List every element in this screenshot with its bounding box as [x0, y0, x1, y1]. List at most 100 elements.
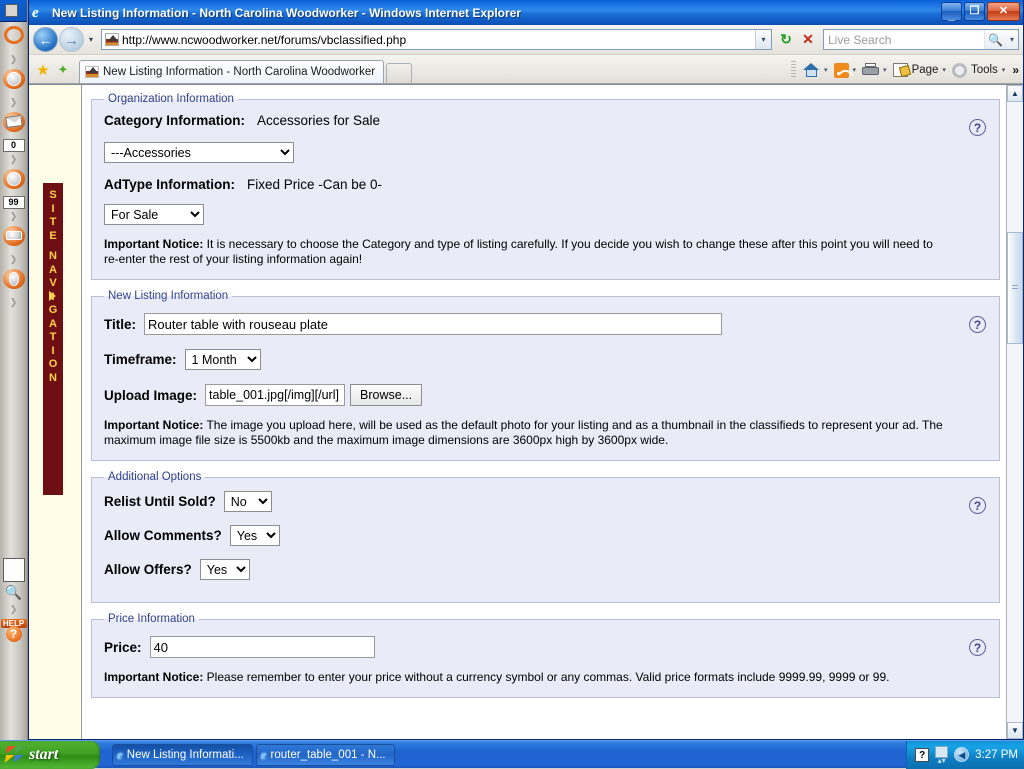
scrollbar-thumb[interactable] [1007, 232, 1023, 344]
help-icon[interactable]: ? [969, 639, 986, 656]
taskbar: start e New Listing Informati... e route… [0, 740, 1024, 768]
window-restore-icon[interactable] [5, 4, 18, 17]
feeds-button[interactable] [832, 59, 851, 81]
favorites-star-icon[interactable]: ★ [33, 57, 53, 83]
stop-icon[interactable]: ✕ [797, 29, 819, 51]
adtype-select-row: For Sale [104, 204, 989, 225]
home-dropdown-icon[interactable]: ▾ [822, 66, 832, 74]
web-page: S I T E N A V I G A T I O N O [29, 85, 1023, 739]
title-input[interactable] [144, 313, 722, 335]
print-dropdown-icon[interactable]: ▾ [881, 66, 891, 74]
print-button[interactable] [860, 59, 881, 81]
address-bar[interactable]: http://www.ncwoodworker.net/forums/vbcla… [101, 29, 772, 50]
address-dropdown-icon[interactable]: ▾ [755, 30, 771, 49]
tools-menu-button[interactable]: Tools [950, 59, 1000, 81]
sidebar-search-input[interactable] [3, 558, 25, 582]
scrollbar-grip [1012, 285, 1018, 291]
history-dropdown-icon[interactable]: ▾ [85, 35, 97, 44]
sitenav-expand-arrow-icon[interactable] [49, 291, 56, 301]
upload-image-label: Upload Image: [104, 388, 197, 403]
browser-tab-active[interactable]: New Listing Information - North Carolina… [79, 60, 384, 83]
volume-icon[interactable]: ◀ [954, 747, 969, 762]
address-input[interactable]: http://www.ncwoodworker.net/forums/vbcla… [122, 33, 755, 47]
ie-logo-icon: e [32, 5, 48, 21]
network-activity-icon: ▴▾ [937, 758, 947, 764]
search-input[interactable]: Live Search [824, 33, 984, 47]
start-button[interactable]: start [0, 741, 100, 769]
taskbar-item-new-listing[interactable]: e New Listing Informati... [112, 744, 253, 766]
left-toolbar-header [0, 0, 27, 22]
taskbar-item-router-table[interactable]: e router_table_001 - N... [256, 744, 395, 766]
clock[interactable]: 3:27 PM [975, 749, 1018, 761]
page-scrollbar-vertical[interactable]: ▲ ▼ [1006, 85, 1023, 739]
comments-select[interactable]: Yes [230, 525, 280, 546]
scrollbar-track[interactable] [1007, 102, 1023, 722]
browse-button[interactable]: Browse... [350, 384, 422, 406]
site-navigation-tab[interactable]: S I T E N A V I G A T I O N [43, 183, 63, 495]
globe-icon[interactable] [1, 69, 27, 95]
folder-icon[interactable] [1, 226, 27, 252]
relist-select[interactable]: No [224, 491, 272, 512]
page-menu-button[interactable]: Page [891, 59, 941, 81]
search-icon[interactable]: 🔍 [2, 582, 26, 602]
tab-favicon-icon [85, 66, 99, 78]
new-tab-button[interactable] [386, 63, 412, 83]
relist-until-sold-row: Relist Until Sold? No [104, 491, 989, 512]
taskbar-item-label: router_table_001 - N... [271, 749, 386, 761]
taskbar-item-label: New Listing Informati... [127, 749, 244, 761]
notice-label: Important Notice: [104, 237, 203, 251]
home-button[interactable] [801, 59, 822, 81]
help-icon[interactable]: ? [969, 119, 986, 136]
expand-chevron-icon[interactable]: ❯ [0, 602, 27, 616]
maximize-button[interactable]: ❐ [964, 2, 985, 21]
scroll-up-button[interactable]: ▲ [1007, 85, 1023, 102]
timeframe-select[interactable]: 1 Month [185, 349, 261, 370]
ie-icon: e [261, 747, 267, 763]
sitenav-char: A [49, 264, 57, 278]
planet-icon[interactable] [1, 26, 27, 52]
command-bar-grip[interactable] [791, 61, 796, 79]
sitenav-char: T [50, 216, 57, 230]
search-box[interactable]: Live Search 🔍 ▾ [823, 29, 1019, 50]
organization-important-notice: Important Notice: It is necessary to cho… [104, 237, 949, 267]
offers-select[interactable]: Yes [200, 559, 250, 580]
help-button[interactable]: HELP ? [1, 618, 27, 644]
minimize-button[interactable]: _ [941, 2, 962, 21]
toolbar-chevron-icon: ❯ [0, 295, 27, 309]
upload-image-input[interactable] [205, 384, 345, 406]
price-input[interactable] [150, 636, 375, 658]
sitenav-char: N [49, 372, 57, 386]
command-bar-overflow-icon[interactable]: » [1012, 63, 1019, 77]
adtype-information-label: AdType Information: [104, 177, 235, 192]
refresh-icon[interactable]: ↻ [775, 29, 797, 51]
mail-icon[interactable] [1, 112, 27, 138]
relist-until-sold-label: Relist Until Sold? [104, 494, 216, 509]
sitenav-char: G [49, 304, 58, 318]
help-icon[interactable]: ? [969, 497, 986, 514]
news-icon[interactable] [1, 169, 27, 195]
search-icon[interactable]: 🔍 [984, 30, 1006, 49]
notice-label: Important Notice: [104, 670, 203, 684]
legend-organization-information: Organization Information [104, 93, 238, 105]
tray-help-icon[interactable]: ? [915, 748, 929, 762]
chess-icon[interactable] [1, 269, 27, 295]
sitenav-char: A [49, 318, 57, 332]
scroll-down-button[interactable]: ▼ [1007, 722, 1023, 739]
section-additional-options: Additional Options ? Relist Until Sold? … [91, 471, 1000, 603]
adtype-select[interactable]: For Sale [104, 204, 204, 225]
back-button[interactable]: ← [33, 27, 58, 52]
legend-new-listing-information: New Listing Information [104, 290, 232, 302]
category-information-row: Category Information: Accessories for Sa… [104, 113, 989, 128]
price-important-notice: Important Notice: Please remember to ent… [104, 670, 949, 685]
mail-count-badge: 0 [3, 139, 25, 152]
page-dropdown-icon[interactable]: ▾ [940, 66, 950, 74]
notice-label: Important Notice: [104, 418, 203, 432]
close-button[interactable]: ✕ [987, 2, 1020, 21]
category-select[interactable]: ---Accessories [104, 142, 294, 163]
search-provider-dropdown-icon[interactable]: ▾ [1006, 30, 1018, 49]
add-favorite-icon[interactable]: ✦ [53, 57, 73, 83]
forward-button[interactable]: → [59, 27, 84, 52]
help-icon[interactable]: ? [969, 316, 986, 333]
sitenav-char: I [51, 345, 54, 359]
tools-dropdown-icon[interactable]: ▾ [1000, 66, 1010, 74]
